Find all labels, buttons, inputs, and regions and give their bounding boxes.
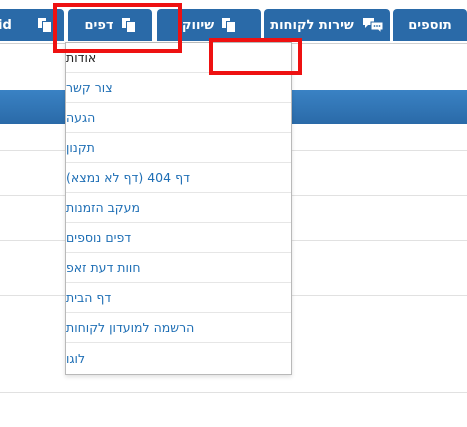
menu-item-directions[interactable]: הגעה	[66, 103, 291, 133]
menu-item-order-tracking[interactable]: מעקב הזמנות	[66, 193, 291, 223]
menu-item-contact[interactable]: צור קשר	[66, 73, 291, 103]
tab-partial-left-label: id	[0, 17, 12, 33]
pages-icon	[222, 17, 236, 33]
tab-marketing-label: שיווק	[181, 17, 215, 33]
highlight-box-pages-tab	[53, 3, 182, 53]
menu-item-404-page[interactable]: דף 404 (דף לא נמצא)	[66, 163, 291, 193]
menu-item-more-pages[interactable]: דפים נוספים	[66, 223, 291, 253]
tab-customer-service[interactable]: שירות לקוחות	[264, 9, 390, 41]
tab-customer-service-label: שירות לקוחות	[270, 17, 354, 33]
menu-item-logo[interactable]: לוגו	[66, 343, 291, 373]
tab-plugins-label: תוספים	[408, 17, 452, 33]
menu-item-terms[interactable]: תקנון	[66, 133, 291, 163]
tab-plugins[interactable]: תוספים	[393, 9, 467, 41]
menu-item-club-registration[interactable]: הרשמה למועדון לקוחות	[66, 313, 291, 343]
menu-item-zap-reviews[interactable]: חוות דעת זאפ	[66, 253, 291, 283]
pages-dropdown-menu: אודות צור קשר הגעה תקנון דף 404 (דף לא נ…	[65, 42, 292, 375]
menu-item-home-page[interactable]: דף הבית	[66, 283, 291, 313]
highlight-box-about-item	[209, 38, 302, 75]
chat-bubbles-icon	[362, 16, 384, 35]
pages-icon	[37, 17, 52, 33]
divider-line	[0, 392, 467, 393]
